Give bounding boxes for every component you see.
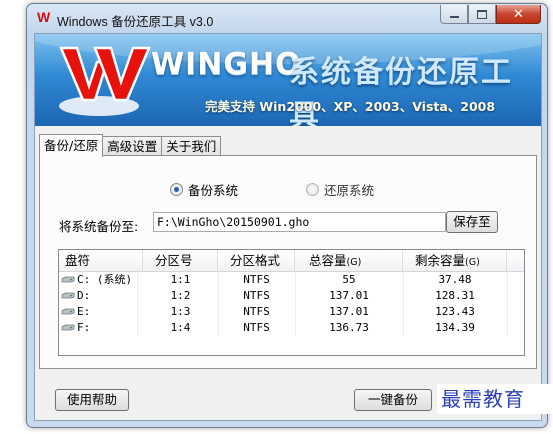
cell-format-text: NTFS — [243, 305, 270, 318]
cell-drive-text: D: — [77, 289, 91, 302]
cell-format: NTFS — [218, 320, 296, 336]
backup-path-field[interactable]: F:\WinGho\20150901.gho — [153, 212, 446, 232]
column-header-drive[interactable]: 盘符 — [59, 250, 143, 271]
cell-partition: 1:1 — [143, 272, 219, 288]
cell-format: NTFS — [218, 272, 296, 288]
cell-total-text: 55 — [342, 273, 356, 286]
hard-drive-icon — [61, 308, 75, 314]
cell-drive-text: E: — [77, 305, 91, 318]
cell-format-text: NTFS — [243, 289, 270, 302]
cell-partition-text: 1:3 — [170, 305, 191, 318]
cell-total: 136.73 — [295, 320, 404, 336]
cell-partition: 1:3 — [143, 304, 219, 320]
restore-system-option[interactable]: 还原系统 — [306, 180, 374, 199]
cell-free: 134.39 — [403, 320, 508, 336]
hard-drive-icon — [61, 292, 75, 298]
cell-partition: 1:4 — [143, 320, 219, 336]
backup-restore-panel: 备份系统 还原系统 将系统备份至: F:\WinGho\20150901.gho… — [39, 155, 537, 369]
cell-format-text: NTFS — [243, 321, 270, 334]
column-header-total-label: 总容量 — [309, 253, 347, 268]
column-header-drive-label: 盘符 — [65, 253, 91, 268]
column-header-partition[interactable]: 分区号 — [143, 250, 218, 271]
cell-total-text: 137.01 — [329, 305, 369, 318]
help-button[interactable]: 使用帮助 — [55, 389, 129, 411]
hard-drive-icon — [61, 276, 75, 282]
tab-about-us[interactable]: 关于我们 — [161, 136, 222, 156]
minimize-icon — [449, 16, 459, 18]
one-click-backup-button[interactable]: 一键备份 — [354, 389, 432, 411]
maximize-button[interactable] — [468, 5, 496, 24]
tab-advanced-settings[interactable]: 高级设置 — [102, 136, 163, 156]
column-header-free-unit: (G) — [465, 257, 480, 268]
cell-partition: 1:2 — [143, 288, 219, 304]
cell-total-text: 137.01 — [329, 289, 369, 302]
cell-format: NTFS — [218, 304, 296, 320]
cell-drive-text: F: — [77, 321, 91, 334]
backup-path-label: 将系统备份至: — [59, 219, 139, 234]
banner: WINGHO 系统备份还原工具 完美支持 Win2000、XP、2003、Vis… — [35, 34, 541, 126]
cell-free: 128.31 — [403, 288, 508, 304]
brand-name: WINGHO — [151, 47, 302, 82]
restore-radio-label: 还原系统 — [324, 183, 375, 198]
minimize-button[interactable] — [440, 5, 468, 24]
column-header-format-label: 分区格式 — [230, 253, 281, 268]
desktop: W Windows 备份还原工具 v3.0 ✕ WINGHO 系统备份还原工具 … — [0, 0, 553, 434]
table-row[interactable]: D: 1:2 NTFS 137.01 128.31 — [59, 288, 524, 304]
cell-drive: F: — [59, 320, 138, 336]
banner-slogan: 完美支持 Win2000、XP、2003、Vista、2008 — [205, 99, 496, 114]
tab-backup-restore[interactable]: 备份/还原 — [39, 134, 104, 157]
cell-drive-text: C: (系统) — [77, 273, 133, 286]
column-header-free-label: 剩余容量 — [415, 253, 466, 268]
app-window: W Windows 备份还原工具 v3.0 ✕ WINGHO 系统备份还原工具 … — [26, 3, 553, 428]
column-header-free[interactable]: 剩余容量(G) — [403, 250, 507, 271]
window-controls: ✕ — [440, 5, 541, 24]
app-icon: W — [37, 9, 51, 25]
save-to-button[interactable]: 保存至 — [446, 211, 498, 233]
window-title: Windows 备份还原工具 v3.0 — [57, 15, 214, 29]
backup-system-option[interactable]: 备份系统 — [170, 180, 238, 199]
cell-partition-text: 1:1 — [170, 273, 191, 286]
column-header-total[interactable]: 总容量(G) — [295, 250, 403, 271]
title-bar[interactable]: W Windows 备份还原工具 v3.0 ✕ — [27, 4, 547, 32]
cell-partition-text: 1:2 — [170, 289, 191, 302]
table-row[interactable]: F: 1:4 NTFS 136.73 134.39 — [59, 320, 524, 336]
maximize-icon — [477, 9, 487, 19]
tab-strip: 备份/还原 高级设置 关于我们 — [39, 134, 222, 157]
cell-free: 37.48 — [403, 272, 508, 288]
cell-total: 137.01 — [295, 288, 404, 304]
cell-format-text: NTFS — [243, 273, 270, 286]
column-header-total-unit: (G) — [346, 257, 362, 268]
drive-table-header: 盘符 分区号 分区格式 总容量(G) 剩余容量(G) — [59, 250, 524, 272]
cell-free-text: 134.39 — [435, 321, 475, 334]
cell-free-text: 123.43 — [435, 305, 475, 318]
close-icon: ✕ — [513, 6, 524, 22]
drive-table: 盘符 分区号 分区格式 总容量(G) 剩余容量(G) C: (系统) 1:1 NTF… — [58, 249, 525, 356]
cell-format: NTFS — [218, 288, 296, 304]
table-row[interactable]: C: (系统) 1:1 NTFS 55 37.48 — [59, 272, 524, 288]
cell-free-text: 37.48 — [438, 273, 472, 286]
backup-radio-label: 备份系统 — [188, 183, 239, 198]
backup-radio[interactable] — [170, 183, 183, 196]
column-header-format[interactable]: 分区格式 — [218, 250, 295, 271]
cell-partition-text: 1:4 — [170, 321, 191, 334]
cell-total-text: 136.73 — [329, 321, 369, 334]
cell-free: 123.43 — [403, 304, 508, 320]
cell-drive: E: — [59, 304, 138, 320]
client-area: WINGHO 系统备份还原工具 完美支持 Win2000、XP、2003、Vis… — [34, 33, 553, 421]
cell-total: 137.01 — [295, 304, 404, 320]
close-button[interactable]: ✕ — [496, 5, 541, 24]
cell-drive: D: — [59, 288, 138, 304]
hard-drive-icon — [61, 324, 75, 330]
watermark-text: 最需教育 — [437, 384, 553, 414]
cell-drive: C: (系统) — [59, 272, 138, 288]
column-header-partition-label: 分区号 — [155, 253, 193, 268]
cell-total: 55 — [295, 272, 404, 288]
restore-radio[interactable] — [306, 183, 319, 196]
cell-free-text: 128.31 — [435, 289, 475, 302]
wingho-logo-icon — [59, 46, 151, 116]
table-row[interactable]: E: 1:3 NTFS 137.01 123.43 — [59, 304, 524, 320]
